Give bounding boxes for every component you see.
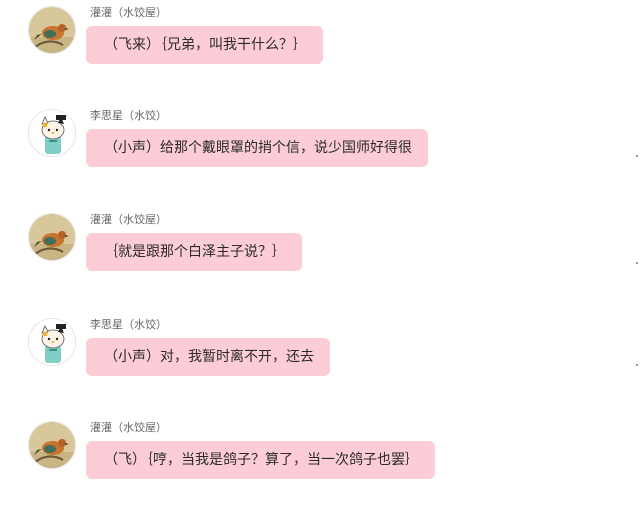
- sender-name: 灌灌（水饺屋）: [90, 6, 167, 19]
- bird-painting-avatar[interactable]: [28, 213, 76, 261]
- scroll-indicator: [636, 155, 638, 157]
- message-bubble: ｛就是跟那个白泽主子说？｝: [86, 233, 302, 271]
- sender-name: 灌灌（水饺屋）: [90, 421, 167, 434]
- sender-name: 灌灌（水饺屋）: [90, 213, 167, 226]
- scroll-indicator: [636, 364, 638, 366]
- sender-name: 李思星（水饺）: [90, 109, 167, 122]
- message-bubble: （飞）｛哼，当我是鸽子？算了，当一次鸽子也罢｝: [86, 441, 435, 479]
- sender-name: 李思星（水饺）: [90, 318, 167, 331]
- chat-log: 灌灌（水饺屋） （飞来）｛兄弟，叫我干什么？｝ 李思星（水饺） （小声）给那个戴…: [0, 0, 640, 510]
- scroll-indicator: [636, 262, 638, 264]
- cartoon-cat-avatar[interactable]: [28, 109, 76, 157]
- bird-painting-avatar[interactable]: [28, 421, 76, 469]
- message-bubble: （小声）给那个戴眼罩的捎个信，说少国师好得很: [86, 129, 428, 167]
- message-bubble: （小声）对，我暂时离不开，还去: [86, 338, 330, 376]
- bird-painting-avatar[interactable]: [28, 6, 76, 54]
- message-bubble: （飞来）｛兄弟，叫我干什么？｝: [86, 26, 323, 64]
- cartoon-cat-avatar[interactable]: [28, 318, 76, 366]
